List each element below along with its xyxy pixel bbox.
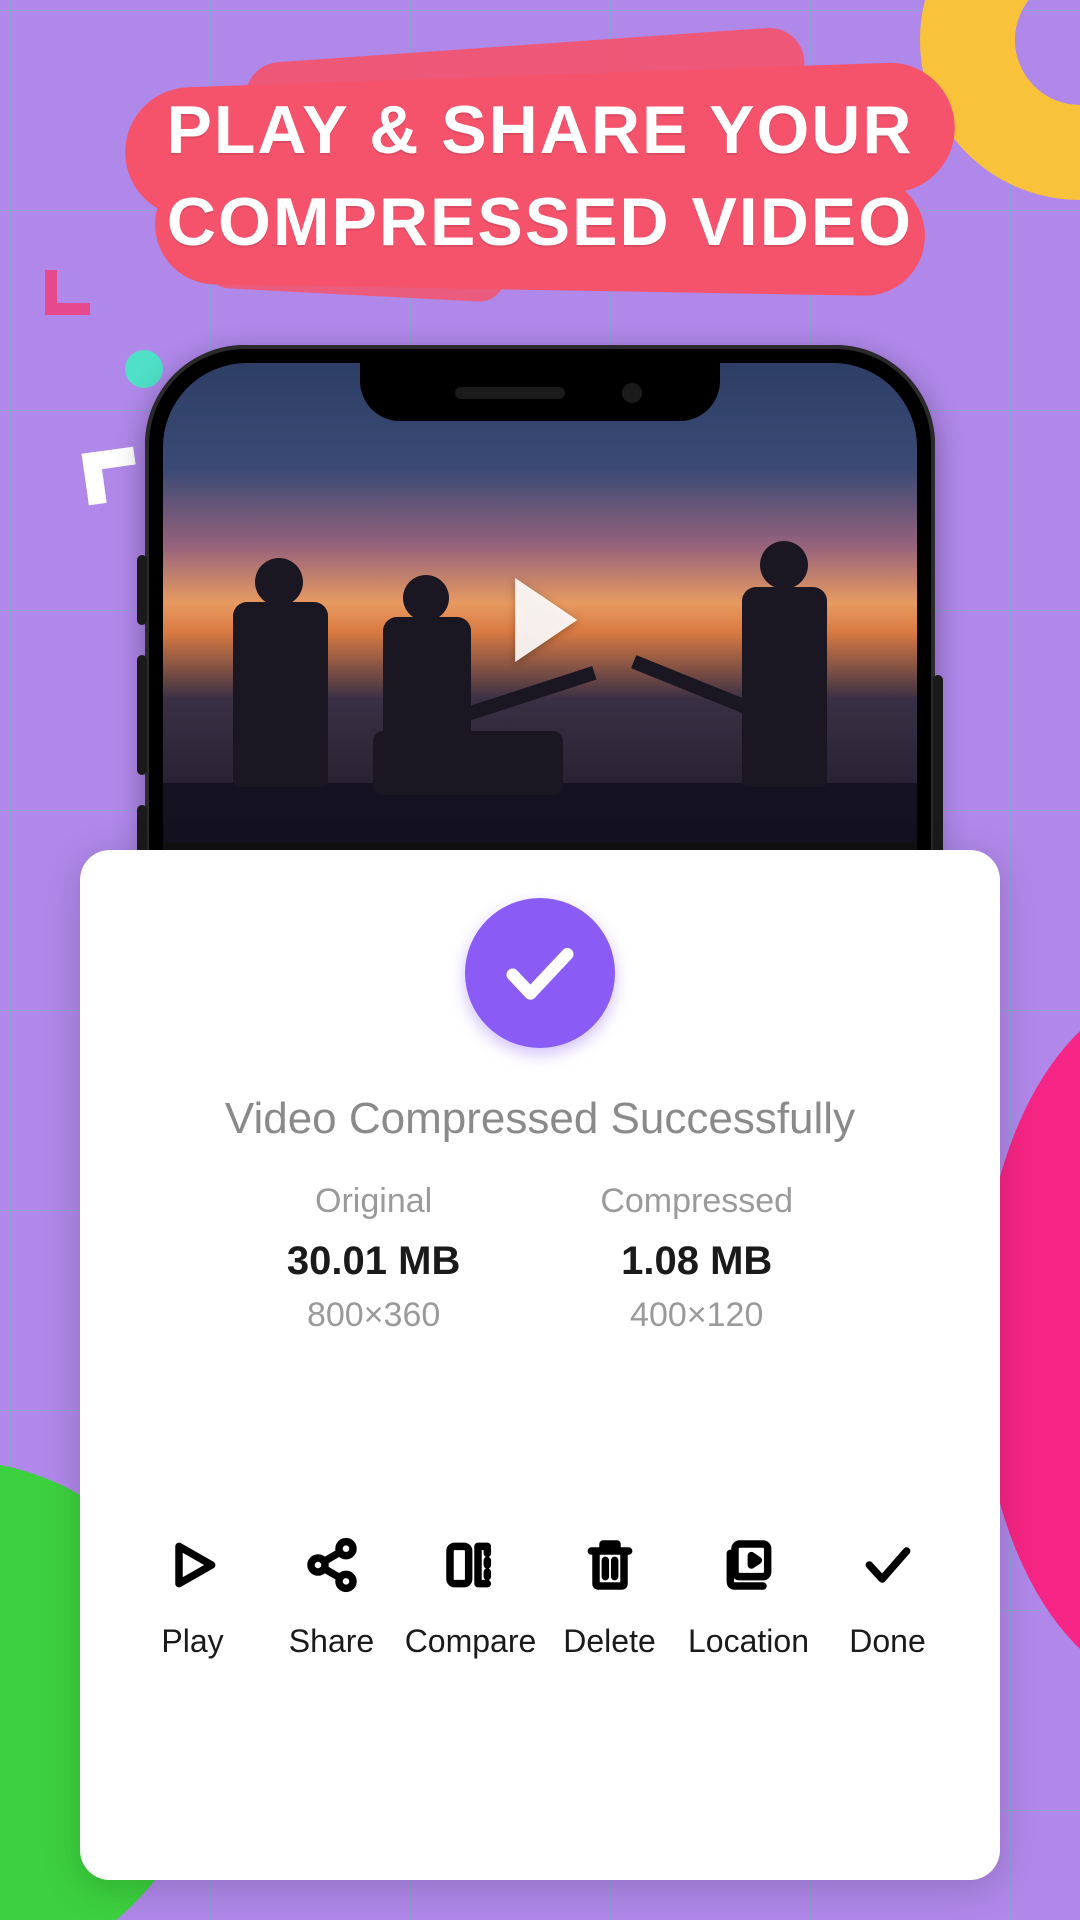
hero-title: PLAY & SHARE YOUR COMPRESSED VIDEO	[0, 85, 1080, 269]
compare-icon	[441, 1535, 501, 1595]
decor-white-chevron	[82, 447, 141, 506]
hero-title-line2: COMPRESSED VIDEO	[0, 177, 1080, 269]
size-comparison: Original 30.01 MB 800×360 Compressed 1.0…	[120, 1182, 960, 1335]
phone-power-button	[933, 675, 943, 855]
check-icon	[858, 1535, 918, 1595]
action-row: Play Share Compare Delete	[120, 1535, 960, 1660]
phone-volume-up	[137, 655, 147, 775]
decor-pink-angle	[45, 270, 90, 315]
share-button[interactable]: Share	[265, 1535, 398, 1660]
delete-label: Delete	[563, 1623, 656, 1660]
original-stats: Original 30.01 MB 800×360	[287, 1182, 460, 1335]
status-title: Video Compressed Successfully	[120, 1094, 960, 1144]
compressed-size: 1.08 MB	[600, 1239, 793, 1284]
location-icon	[719, 1535, 779, 1595]
original-label: Original	[287, 1182, 460, 1221]
promo-background: PLAY & SHARE YOUR COMPRESSED VIDEO	[0, 0, 1080, 1920]
success-check-icon	[465, 898, 615, 1048]
result-card: Video Compressed Successfully Original 3…	[80, 850, 1000, 1880]
done-label: Done	[849, 1623, 926, 1660]
location-label: Location	[688, 1623, 809, 1660]
play-button[interactable]: Play	[126, 1535, 259, 1660]
compare-label: Compare	[405, 1623, 537, 1660]
share-icon	[302, 1535, 362, 1595]
hero-title-line1: PLAY & SHARE YOUR	[0, 85, 1080, 177]
compressed-dimensions: 400×120	[600, 1296, 793, 1335]
play-icon	[163, 1535, 223, 1595]
video-preview[interactable]	[163, 363, 917, 843]
play-overlay-icon[interactable]	[515, 578, 577, 662]
phone-notch	[360, 363, 720, 421]
location-button[interactable]: Location	[682, 1535, 815, 1660]
original-dimensions: 800×360	[287, 1296, 460, 1335]
done-button[interactable]: Done	[821, 1535, 954, 1660]
compare-button[interactable]: Compare	[404, 1535, 537, 1660]
share-label: Share	[289, 1623, 374, 1660]
trash-icon	[580, 1535, 640, 1595]
decor-cyan-dot	[125, 350, 163, 388]
original-size: 30.01 MB	[287, 1239, 460, 1284]
play-label: Play	[161, 1623, 223, 1660]
phone-mute-switch	[137, 555, 147, 625]
compressed-label: Compressed	[600, 1182, 793, 1221]
delete-button[interactable]: Delete	[543, 1535, 676, 1660]
compressed-stats: Compressed 1.08 MB 400×120	[600, 1182, 793, 1335]
